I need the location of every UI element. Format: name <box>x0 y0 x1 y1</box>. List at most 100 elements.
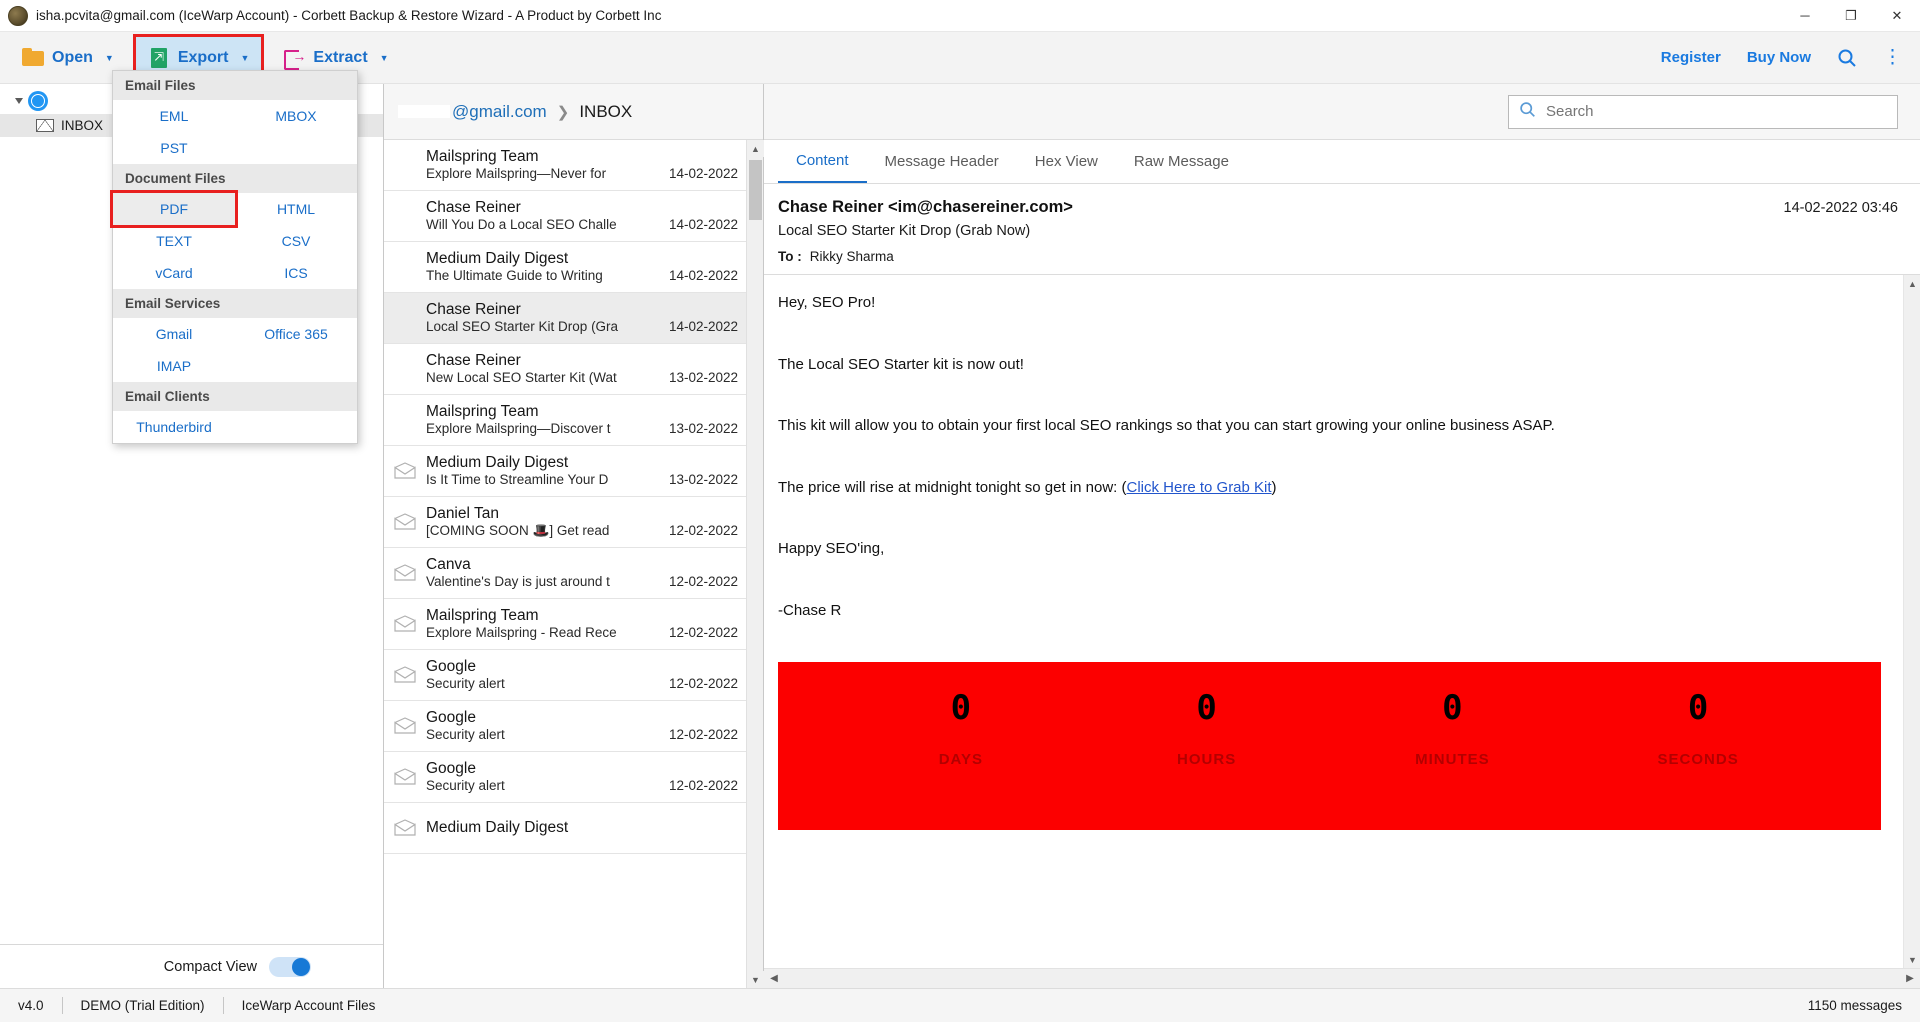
register-link[interactable]: Register <box>1661 49 1721 66</box>
extract-label: Extract <box>313 48 368 66</box>
menu-item-ics[interactable]: ICS <box>235 257 357 289</box>
grab-kit-link[interactable]: Click Here to Grab Kit <box>1127 479 1272 496</box>
mail-date: 12-02-2022 <box>668 778 738 793</box>
chevron-down-icon: ▼ <box>104 52 114 63</box>
scroll-down-icon[interactable]: ▼ <box>1904 951 1920 968</box>
menu-item-eml[interactable]: EML <box>113 100 235 132</box>
mail-subject: Is It Time to Streamline Your D <box>426 472 609 487</box>
scroll-down-icon[interactable]: ▼ <box>747 971 764 988</box>
menu-item-csv[interactable]: CSV <box>235 225 357 257</box>
scroll-left-icon[interactable]: ◀ <box>764 973 784 984</box>
table-row[interactable]: Mailspring Team Explore Mailspring—Never … <box>384 140 746 191</box>
table-row[interactable]: Chase Reiner Will You Do a Local SEO Chal… <box>384 191 746 242</box>
mail-list: Mailspring Team Explore Mailspring—Never … <box>384 140 764 988</box>
mail-subject: Security alert <box>426 727 505 742</box>
export-dropdown-menu: Email Files EML MBOX PST Document Files PDF HT… <box>110 70 358 444</box>
envelope-icon <box>394 564 416 581</box>
body-paragraph-1: Hey, SEO Pro! <box>778 294 876 311</box>
inbox-label: INBOX <box>61 118 104 133</box>
price-suffix: ) <box>1271 478 1277 496</box>
tab-raw-message[interactable]: Raw Message <box>1116 139 1247 183</box>
mail-subject: New Local SEO Starter Kit (Wat <box>426 370 617 385</box>
mail-subject: Explore Mailspring - Read Rece <box>426 625 617 640</box>
envelope-icon <box>394 462 416 479</box>
reader-scrollbar[interactable]: ▲ ▼ <box>1903 275 1920 968</box>
menu-item-imap[interactable]: IMAP <box>113 350 235 382</box>
mail-sender: Mailspring Team <box>426 607 539 624</box>
menu-item-thunderbird[interactable]: Thunderbird <box>113 411 235 443</box>
menu-item-text[interactable]: TEXT <box>113 225 235 257</box>
mail-subject: Will You Do a Local SEO Challe <box>426 217 617 232</box>
mail-sender: Mailspring Team <box>426 403 539 420</box>
mail-subject: Local SEO Starter Kit Drop (Gra <box>426 319 619 334</box>
app-logo-icon <box>8 5 28 26</box>
message-body-wrap: Hey, SEO Pro! The Local SEO Starter kit … <box>764 275 1920 968</box>
status-version: v4.0 <box>18 998 44 1013</box>
table-row[interactable]: Google Security alert 12-02-2022 <box>384 650 746 701</box>
mail-date: 13-02-2022 <box>668 421 738 436</box>
compact-view-toggle[interactable] <box>269 956 311 977</box>
open-button[interactable]: Open ▼ <box>10 37 126 79</box>
list-item: Canva Valentine's Day is just around t 12-… <box>426 556 738 589</box>
body-price-line: The price will rise at midnight tonight … <box>778 478 1881 498</box>
reader-horizontal-scrollbar[interactable]: ◀ ▶ <box>764 968 1920 988</box>
menu-item-pdf[interactable]: PDF <box>110 190 238 228</box>
menu-item-office-365[interactable]: Office 365 <box>235 318 357 350</box>
message-body: Hey, SEO Pro! The Local SEO Starter kit … <box>764 275 1903 968</box>
table-row[interactable]: Mailspring Team Explore Mailspring - Read… <box>384 599 746 650</box>
table-row[interactable]: Chase Reiner New Local SEO Starter Kit (W… <box>384 344 746 395</box>
breadcrumb-account[interactable]: @gmail.com <box>398 102 547 122</box>
export-file-icon <box>148 47 170 69</box>
envelope-icon <box>394 309 416 326</box>
table-row[interactable]: Mailspring Team Explore Mailspring—Discov… <box>384 395 746 446</box>
menu-item-pst[interactable]: PST <box>113 132 235 164</box>
menu-item-vcard[interactable]: vCard <box>113 257 235 289</box>
countdown-cell-days: 0 DAYS <box>901 689 1021 768</box>
list-item: Medium Daily Digest Is It Time to Streaml… <box>426 454 738 487</box>
maximize-button[interactable]: ❐ <box>1828 0 1874 32</box>
mail-subject: Explore Mailspring—Discover t <box>426 421 611 436</box>
menu-section-heading: Email Files <box>113 71 357 100</box>
envelope-icon <box>394 615 416 632</box>
list-item: Chase Reiner New Local SEO Starter Kit (W… <box>426 352 738 385</box>
table-row[interactable]: Medium Daily Digest The Ultimate Guide to… <box>384 242 746 293</box>
scroll-up-icon[interactable]: ▲ <box>747 140 764 157</box>
table-row[interactable]: Google Security alert 12-02-2022 <box>384 752 746 803</box>
close-button[interactable]: ✕ <box>1874 0 1920 32</box>
scroll-up-icon[interactable]: ▲ <box>1904 275 1920 292</box>
to-value: Rikky Sharma <box>809 249 894 264</box>
breadcrumb-folder[interactable]: INBOX <box>579 102 632 122</box>
tab-content[interactable]: Content <box>778 139 867 183</box>
tab-hex-view[interactable]: Hex View <box>1017 139 1116 183</box>
table-row[interactable]: Daniel Tan [COMING SOON 🎩] Get read 12-02-… <box>384 497 746 548</box>
table-row[interactable]: Medium Daily Digest Is It Time to Streaml… <box>384 446 746 497</box>
mail-list-scrollbar[interactable]: ▲ ▼ <box>746 140 764 988</box>
table-row[interactable]: Chase Reiner Local SEO Starter Kit Drop (… <box>384 293 746 344</box>
table-row[interactable]: Canva Valentine's Day is just around t 12-… <box>384 548 746 599</box>
table-row[interactable]: Medium Daily Digest <box>384 803 746 854</box>
more-options-icon[interactable]: ⋮ <box>1883 46 1902 69</box>
envelope-icon <box>394 768 416 785</box>
minimize-button[interactable]: ─ <box>1782 0 1828 32</box>
mail-subject: Security alert <box>426 778 505 793</box>
mail-sender: Medium Daily Digest <box>426 818 569 836</box>
envelope-icon <box>394 360 416 377</box>
scroll-right-icon[interactable]: ▶ <box>1900 973 1920 984</box>
search-box[interactable] <box>1508 94 1898 129</box>
menu-item-html[interactable]: HTML <box>235 193 357 225</box>
expand-triangle-icon[interactable] <box>15 98 23 104</box>
scrollbar-thumb[interactable] <box>749 160 762 220</box>
menu-item-mbox[interactable]: MBOX <box>235 100 357 132</box>
menu-section-items: PDF HTML TEXT CSV vCard ICS <box>110 190 357 289</box>
search-input[interactable] <box>1546 103 1887 120</box>
tab-message-header[interactable]: Message Header <box>867 139 1017 183</box>
application-window: isha.pcvita@gmail.com (IceWarp Account) … <box>0 0 1920 1022</box>
menu-item-gmail[interactable]: Gmail <box>113 318 235 350</box>
mail-date: 12-02-2022 <box>668 625 738 640</box>
table-row[interactable]: Google Security alert 12-02-2022 <box>384 701 746 752</box>
compact-view-bar: Compact View <box>0 944 383 988</box>
status-message-count: 1150 messages <box>1807 998 1902 1013</box>
search-icon[interactable] <box>1837 48 1857 68</box>
list-item: Medium Daily Digest The Ultimate Guide to… <box>426 250 738 283</box>
buy-now-link[interactable]: Buy Now <box>1747 49 1811 66</box>
